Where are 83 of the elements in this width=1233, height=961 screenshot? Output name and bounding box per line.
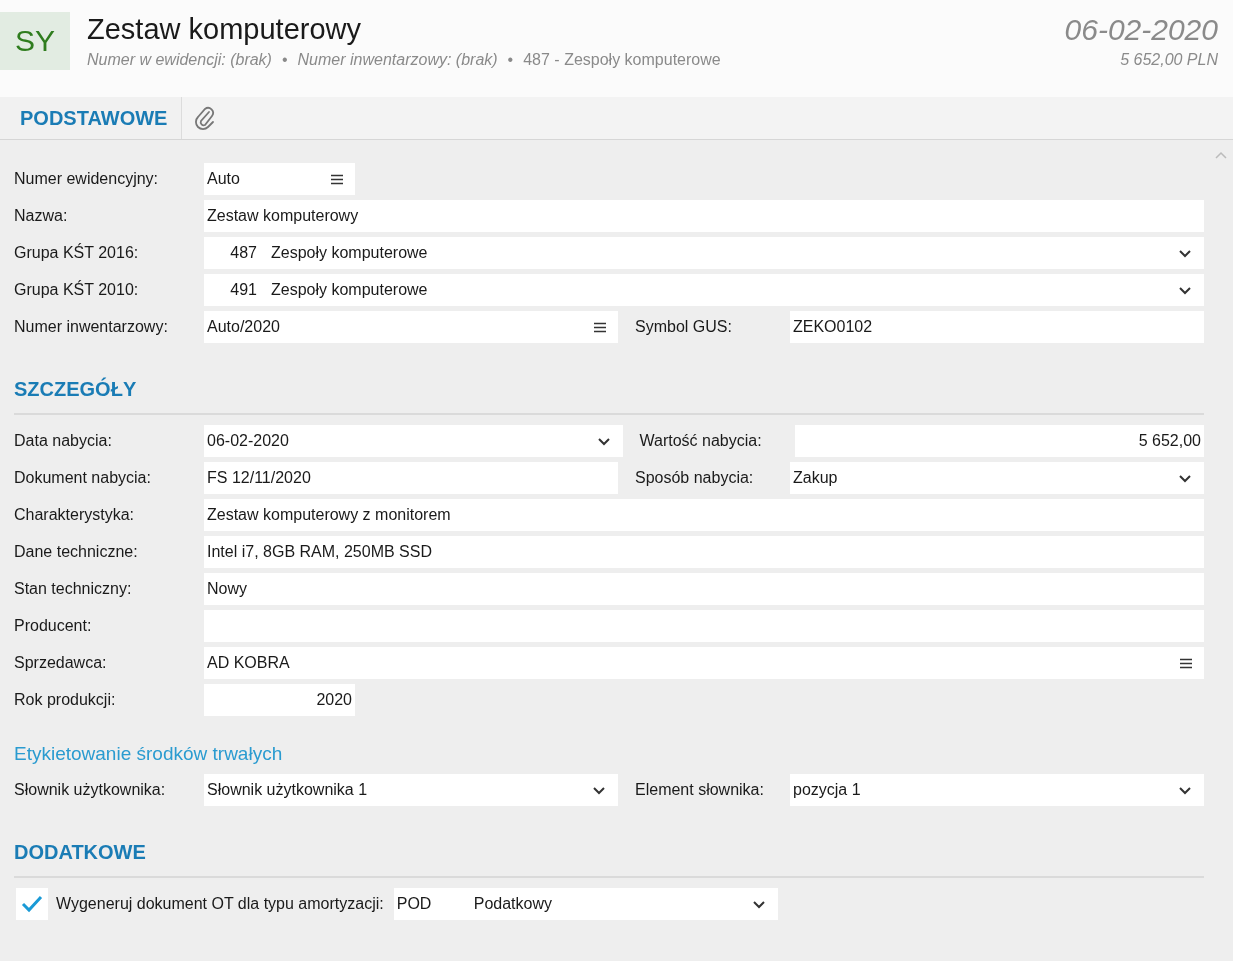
field-label: Wygeneruj dokument OT dla typu amortyzacji: xyxy=(56,895,384,913)
field-value: 06-02-2020 xyxy=(207,432,290,450)
input-field[interactable]: AD KOBRA xyxy=(204,647,1204,679)
field-label: Słownik użytkownika: xyxy=(14,781,167,799)
dropdown-field[interactable]: Zakup xyxy=(790,462,1204,494)
subtitle-text: • xyxy=(507,51,514,69)
list-icon[interactable] xyxy=(331,173,343,185)
field-value: ZEKO0102 xyxy=(793,318,874,336)
input-field[interactable]: Auto/2020 xyxy=(204,311,618,343)
chevron-down-icon[interactable] xyxy=(596,436,611,446)
input-field[interactable]: Auto xyxy=(204,163,355,195)
record-amount: 5 652,00 PLN xyxy=(1119,51,1218,69)
input-field[interactable]: ZEKO0102 xyxy=(790,311,1204,343)
dropdown-field[interactable]: 487 Zespoły komputerowe xyxy=(204,237,1204,269)
input-field[interactable]: 2020 xyxy=(204,684,355,716)
field-value: FS 12/11/2020 xyxy=(207,469,312,487)
field-value: Zespoły komputerowe xyxy=(271,244,429,262)
field-label: Dane techniczne: xyxy=(14,543,139,561)
field-label: Numer ewidencyjny: xyxy=(14,170,160,188)
input-field[interactable]: Zestaw komputerowy xyxy=(204,200,1204,232)
chevron-down-icon[interactable] xyxy=(1178,785,1192,795)
dropdown-field[interactable]: POD Podatkowy xyxy=(393,888,778,920)
chevron-down-icon[interactable] xyxy=(751,899,766,909)
field-value: Intel i7, 8GB RAM, 250MB SSD xyxy=(207,543,433,561)
field-label: Stan techniczny: xyxy=(14,580,133,598)
field-label: Sprzedawca: xyxy=(14,654,108,672)
checkmark-icon xyxy=(21,895,43,913)
paperclip-icon xyxy=(194,105,217,131)
field-label: Sposób nabycia: xyxy=(635,469,755,487)
field-label: Symbol GUS: xyxy=(635,318,733,336)
input-field[interactable]: Nowy xyxy=(204,573,1204,605)
input-field[interactable]: Intel i7, 8GB RAM, 250MB SSD xyxy=(204,536,1204,568)
section-heading: SZCZEGÓŁY xyxy=(14,348,1204,415)
field-label: Charakterystyka: xyxy=(14,506,136,524)
field-label: Dokument nabycia: xyxy=(14,469,152,487)
section-heading: DODATKOWE xyxy=(14,811,1204,878)
field-label: Wartość nabycia: xyxy=(639,432,763,450)
dropdown-field[interactable]: Słownik użytkownika 1 xyxy=(204,774,618,806)
field-value: 5 652,00 xyxy=(1137,432,1201,450)
checkbox[interactable] xyxy=(16,888,48,920)
chevron-down-icon[interactable] xyxy=(592,785,606,795)
field-label: Grupa KŚT 2010: xyxy=(14,281,140,299)
field-label: Nazwa: xyxy=(14,207,69,225)
field-value: Podatkowy xyxy=(473,895,553,913)
field-value: Zestaw komputerowy z monitorem xyxy=(207,506,452,524)
chevron-down-icon[interactable] xyxy=(1178,285,1192,295)
field-value: Zakup xyxy=(793,469,839,487)
input-field[interactable]: 5 652,00 xyxy=(794,425,1204,457)
field-label: Numer inwentarzowy: xyxy=(14,318,169,336)
field-value: pozycja 1 xyxy=(793,781,862,799)
field-label: Producent: xyxy=(14,617,93,635)
subtitle-text: • xyxy=(281,51,288,69)
field-code: 487 xyxy=(229,244,257,262)
field-code: POD xyxy=(396,895,433,913)
dropdown-field[interactable]: 06-02-2020 xyxy=(204,425,623,457)
field-value: Nowy xyxy=(207,580,248,598)
field-value: AD KOBRA xyxy=(207,654,291,672)
field-code: 491 xyxy=(229,281,257,299)
list-icon[interactable] xyxy=(1180,657,1192,669)
input-field[interactable]: Zestaw komputerowy z monitorem xyxy=(204,499,1204,531)
field-value: Auto xyxy=(207,170,241,188)
field-label: Element słownika: xyxy=(635,781,765,799)
list-icon[interactable] xyxy=(594,321,606,333)
field-value: Auto/2020 xyxy=(207,318,281,336)
chevron-down-icon[interactable] xyxy=(1178,248,1192,258)
field-value: Zestaw komputerowy xyxy=(207,207,360,225)
avatar-badge: SY xyxy=(0,12,70,70)
input-field[interactable]: FS 12/11/2020 xyxy=(204,462,618,494)
field-value: 2020 xyxy=(315,691,352,709)
section-subheading: Etykietowanie środków trwałych xyxy=(14,742,284,766)
field-value: Słownik użytkownika 1 xyxy=(207,781,369,799)
subtitle-text: Numer w ewidencji: (brak) xyxy=(87,51,272,69)
record-title: Zestaw komputerowy xyxy=(87,12,362,46)
dropdown-field[interactable]: pozycja 1 xyxy=(790,774,1204,806)
field-label: Rok produkcji: xyxy=(14,691,117,709)
chevron-down-icon[interactable] xyxy=(1178,473,1192,483)
record-date: 06-02-2020 xyxy=(1064,12,1218,48)
field-label: Data nabycia: xyxy=(14,432,113,450)
field-value: Zespoły komputerowe xyxy=(271,281,429,299)
subtitle-text: 487 - Zespoły komputerowe xyxy=(523,51,721,69)
subtitle-text: Numer inwentarzowy: (brak) xyxy=(297,51,498,69)
dropdown-field[interactable]: 491 Zespoły komputerowe xyxy=(204,274,1204,306)
field-label: Grupa KŚT 2016: xyxy=(14,244,140,262)
